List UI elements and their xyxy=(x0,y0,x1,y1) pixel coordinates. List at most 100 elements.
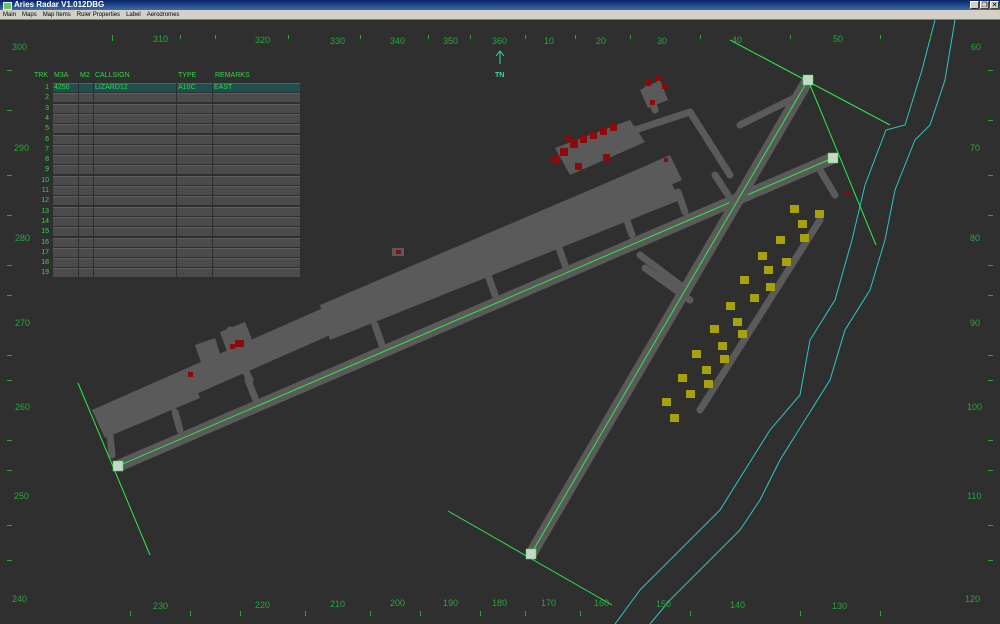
type-cell[interactable]: A10C xyxy=(177,83,212,92)
table-row[interactable]: 17 xyxy=(30,247,302,257)
callsign-cell[interactable] xyxy=(94,258,176,268)
m2-cell[interactable] xyxy=(79,206,93,216)
remarks-cell[interactable] xyxy=(213,155,300,165)
table-row[interactable]: 1 4250 LIZARD12 A10C EAST xyxy=(30,83,302,92)
type-cell[interactable] xyxy=(177,144,212,154)
type-cell[interactable] xyxy=(177,175,212,185)
column-header-m2[interactable]: M2 xyxy=(80,72,90,79)
m2-cell[interactable] xyxy=(79,113,93,123)
restore-button[interactable]: ❐ xyxy=(980,1,989,9)
remarks-cell[interactable] xyxy=(213,247,300,257)
table-row[interactable]: 12 xyxy=(30,196,302,206)
m3a-cell[interactable] xyxy=(53,165,78,175)
m3a-cell[interactable] xyxy=(53,227,78,237)
m2-cell[interactable] xyxy=(79,83,93,92)
m3a-cell[interactable] xyxy=(53,113,78,123)
m3a-cell[interactable] xyxy=(53,155,78,165)
table-row[interactable]: 9 xyxy=(30,165,302,175)
table-row[interactable]: 6 xyxy=(30,134,302,144)
type-cell[interactable] xyxy=(177,103,212,113)
type-cell[interactable] xyxy=(177,196,212,206)
m3a-cell[interactable] xyxy=(53,216,78,226)
table-row[interactable]: 7 xyxy=(30,144,302,154)
m3a-cell[interactable] xyxy=(53,237,78,247)
table-row[interactable]: 5 xyxy=(30,124,302,134)
remarks-cell[interactable] xyxy=(213,103,300,113)
callsign-cell[interactable] xyxy=(94,268,176,278)
type-cell[interactable] xyxy=(177,113,212,123)
remarks-cell[interactable] xyxy=(213,206,300,216)
callsign-cell[interactable] xyxy=(94,165,176,175)
remarks-cell[interactable] xyxy=(213,258,300,268)
m3a-cell[interactable] xyxy=(53,144,78,154)
type-cell[interactable] xyxy=(177,258,212,268)
type-cell[interactable] xyxy=(177,155,212,165)
m3a-cell[interactable] xyxy=(53,268,78,278)
table-row[interactable]: 8 xyxy=(30,155,302,165)
m2-cell[interactable] xyxy=(79,93,93,103)
table-row[interactable]: 13 xyxy=(30,206,302,216)
table-row[interactable]: 11 xyxy=(30,186,302,195)
table-row[interactable]: 3 xyxy=(30,103,302,113)
m3a-cell[interactable] xyxy=(53,93,78,103)
menu-main[interactable]: Main xyxy=(0,10,19,20)
menu-aerodromes[interactable]: Aerodromes xyxy=(144,10,183,20)
callsign-cell[interactable] xyxy=(94,93,176,103)
remarks-cell[interactable] xyxy=(213,93,300,103)
table-row[interactable]: 15 xyxy=(30,227,302,237)
m2-cell[interactable] xyxy=(79,247,93,257)
remarks-cell[interactable] xyxy=(213,134,300,144)
remarks-cell[interactable] xyxy=(213,186,300,195)
column-header-type[interactable]: TYPE xyxy=(178,72,196,79)
m2-cell[interactable] xyxy=(79,103,93,113)
callsign-cell[interactable] xyxy=(94,247,176,257)
callsign-cell[interactable] xyxy=(94,103,176,113)
remarks-cell[interactable] xyxy=(213,165,300,175)
close-button[interactable]: ✕ xyxy=(990,1,999,9)
m2-cell[interactable] xyxy=(79,237,93,247)
type-cell[interactable] xyxy=(177,268,212,278)
minimize-button[interactable]: _ xyxy=(970,1,979,9)
table-row[interactable]: 16 xyxy=(30,237,302,247)
column-header-callsign[interactable]: CALLSIGN xyxy=(95,72,130,79)
remarks-cell[interactable] xyxy=(213,124,300,134)
column-header-m3a[interactable]: M3A xyxy=(54,72,68,79)
m2-cell[interactable] xyxy=(79,216,93,226)
menu-map-items[interactable]: Map Items xyxy=(40,10,74,20)
m3a-cell[interactable]: 4250 xyxy=(53,83,78,92)
m2-cell[interactable] xyxy=(79,155,93,165)
type-cell[interactable] xyxy=(177,206,212,216)
m3a-cell[interactable] xyxy=(53,175,78,185)
m3a-cell[interactable] xyxy=(53,103,78,113)
m2-cell[interactable] xyxy=(79,175,93,185)
callsign-cell[interactable] xyxy=(94,134,176,144)
table-row[interactable]: 19 xyxy=(30,268,302,278)
m2-cell[interactable] xyxy=(79,196,93,206)
remarks-cell[interactable]: EAST xyxy=(213,83,300,92)
column-header-remarks[interactable]: REMARKS xyxy=(215,72,250,79)
remarks-cell[interactable] xyxy=(213,237,300,247)
m2-cell[interactable] xyxy=(79,144,93,154)
m3a-cell[interactable] xyxy=(53,196,78,206)
m3a-cell[interactable] xyxy=(53,247,78,257)
table-row[interactable]: 4 xyxy=(30,113,302,123)
type-cell[interactable] xyxy=(177,247,212,257)
window-titlebar[interactable]: Aries Radar V1.012DBG _ ❐ ✕ xyxy=(0,0,1000,10)
m3a-cell[interactable] xyxy=(53,134,78,144)
m2-cell[interactable] xyxy=(79,227,93,237)
callsign-cell[interactable] xyxy=(94,113,176,123)
type-cell[interactable] xyxy=(177,124,212,134)
remarks-cell[interactable] xyxy=(213,196,300,206)
remarks-cell[interactable] xyxy=(213,175,300,185)
type-cell[interactable] xyxy=(177,237,212,247)
callsign-cell[interactable] xyxy=(94,155,176,165)
column-header-trk[interactable]: TRK xyxy=(34,72,48,79)
table-row[interactable]: 10 xyxy=(30,175,302,185)
type-cell[interactable] xyxy=(177,186,212,195)
remarks-cell[interactable] xyxy=(213,216,300,226)
callsign-cell[interactable] xyxy=(94,175,176,185)
m3a-cell[interactable] xyxy=(53,258,78,268)
type-cell[interactable] xyxy=(177,165,212,175)
m3a-cell[interactable] xyxy=(53,124,78,134)
callsign-cell[interactable] xyxy=(94,144,176,154)
